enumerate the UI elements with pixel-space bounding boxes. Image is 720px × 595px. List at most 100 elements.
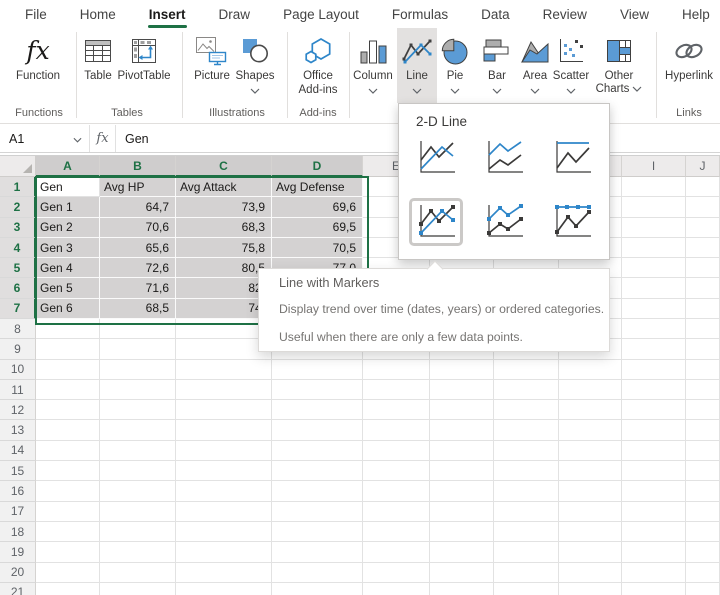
cell-I3[interactable] [622, 218, 686, 238]
cell-C21[interactable] [176, 583, 272, 595]
cell-G10[interactable] [494, 360, 559, 380]
cell-H15[interactable] [559, 461, 622, 481]
cell-J4[interactable] [686, 238, 720, 258]
cell-A15[interactable] [36, 461, 100, 481]
cell-E16[interactable] [363, 481, 430, 501]
cell-E10[interactable] [363, 360, 430, 380]
row-header-20[interactable]: 20 [0, 563, 36, 583]
cell-I13[interactable] [622, 420, 686, 440]
cell-A12[interactable] [36, 400, 100, 420]
hyperlink-button[interactable]: Hyperlink [659, 28, 719, 102]
menu-tab-formulas[interactable]: Formulas [392, 7, 448, 22]
cell-B13[interactable] [100, 420, 176, 440]
cell-A10[interactable] [36, 360, 100, 380]
row-header-21[interactable]: 21 [0, 583, 36, 595]
cell-D11[interactable] [272, 380, 363, 400]
cell-D16[interactable] [272, 481, 363, 501]
bar-chart-button[interactable]: Bar [477, 28, 517, 102]
line-with-markers-chart-icon-option[interactable] [409, 198, 463, 246]
cell-G21[interactable] [494, 583, 559, 595]
cell-A21[interactable] [36, 583, 100, 595]
cell-I2[interactable] [622, 197, 686, 217]
cell-E13[interactable] [363, 420, 430, 440]
cell-H18[interactable] [559, 522, 622, 542]
cell-J13[interactable] [686, 420, 720, 440]
cell-B5[interactable]: 72,6 [100, 258, 176, 278]
cell-A9[interactable] [36, 339, 100, 359]
cell-H17[interactable] [559, 502, 622, 522]
col-header-B[interactable]: B [100, 156, 176, 177]
cell-A3[interactable]: Gen 2 [36, 218, 100, 238]
line-chart-icon-option[interactable] [409, 134, 463, 182]
cell-B11[interactable] [100, 380, 176, 400]
cell-B21[interactable] [100, 583, 176, 595]
cell-D13[interactable] [272, 420, 363, 440]
cell-J7[interactable] [686, 299, 720, 319]
cell-C18[interactable] [176, 522, 272, 542]
row-header-18[interactable]: 18 [0, 522, 36, 542]
cell-H10[interactable] [559, 360, 622, 380]
stacked-line-chart-icon-option[interactable] [477, 134, 531, 182]
cell-E17[interactable] [363, 502, 430, 522]
menu-tab-review[interactable]: Review [543, 7, 587, 22]
row-header-9[interactable]: 9 [0, 339, 36, 359]
cell-A6[interactable]: Gen 5 [36, 278, 100, 298]
pivottable-button[interactable]: PivotTable [114, 28, 174, 102]
cell-H21[interactable] [559, 583, 622, 595]
cell-G14[interactable] [494, 441, 559, 461]
cell-F20[interactable] [430, 563, 494, 583]
cell-B9[interactable] [100, 339, 176, 359]
cell-H11[interactable] [559, 380, 622, 400]
cell-F11[interactable] [430, 380, 494, 400]
cell-I21[interactable] [622, 583, 686, 595]
col-header-J[interactable]: J [686, 156, 720, 177]
menu-tab-help[interactable]: Help [682, 7, 710, 22]
row-header-3[interactable]: 3 [0, 218, 36, 238]
cell-D19[interactable] [272, 542, 363, 562]
name-box-chevron-icon[interactable] [73, 132, 82, 146]
cell-C20[interactable] [176, 563, 272, 583]
row-header-12[interactable]: 12 [0, 400, 36, 420]
cell-C2[interactable]: 73,9 [176, 197, 272, 217]
cell-C13[interactable] [176, 420, 272, 440]
cell-E11[interactable] [363, 380, 430, 400]
cell-F16[interactable] [430, 481, 494, 501]
cell-D10[interactable] [272, 360, 363, 380]
cell-D1[interactable]: Avg Defense [272, 177, 363, 197]
menu-tab-draw[interactable]: Draw [219, 7, 251, 22]
cell-C16[interactable] [176, 481, 272, 501]
cell-C14[interactable] [176, 441, 272, 461]
cell-B12[interactable] [100, 400, 176, 420]
picture-button[interactable]: Picture [189, 28, 235, 102]
cell-H19[interactable] [559, 542, 622, 562]
cell-G19[interactable] [494, 542, 559, 562]
row-header-5[interactable]: 5 [0, 258, 36, 278]
cell-J20[interactable] [686, 563, 720, 583]
cell-I10[interactable] [622, 360, 686, 380]
row-header-14[interactable]: 14 [0, 441, 36, 461]
cell-E18[interactable] [363, 522, 430, 542]
cell-C17[interactable] [176, 502, 272, 522]
row-header-7[interactable]: 7 [0, 299, 36, 319]
cell-I20[interactable] [622, 563, 686, 583]
cell-I18[interactable] [622, 522, 686, 542]
row-header-19[interactable]: 19 [0, 542, 36, 562]
cell-G12[interactable] [494, 400, 559, 420]
cell-C19[interactable] [176, 542, 272, 562]
hundred-percent-stacked-line-with-markers-chart-icon-option[interactable] [545, 198, 599, 246]
cell-A7[interactable]: Gen 6 [36, 299, 100, 319]
row-header-2[interactable]: 2 [0, 197, 36, 217]
cell-D2[interactable]: 69,6 [272, 197, 363, 217]
cell-I9[interactable] [622, 339, 686, 359]
menu-tab-data[interactable]: Data [481, 7, 510, 22]
cell-F13[interactable] [430, 420, 494, 440]
cell-F21[interactable] [430, 583, 494, 595]
cell-F10[interactable] [430, 360, 494, 380]
cell-A16[interactable] [36, 481, 100, 501]
cell-B19[interactable] [100, 542, 176, 562]
hundred-percent-stacked-line-chart-icon-option[interactable] [545, 134, 599, 182]
stacked-line-with-markers-chart-icon-option[interactable] [477, 198, 531, 246]
cell-B1[interactable]: Avg HP [100, 177, 176, 197]
cell-B10[interactable] [100, 360, 176, 380]
line-chart-button[interactable]: Line [397, 28, 437, 103]
